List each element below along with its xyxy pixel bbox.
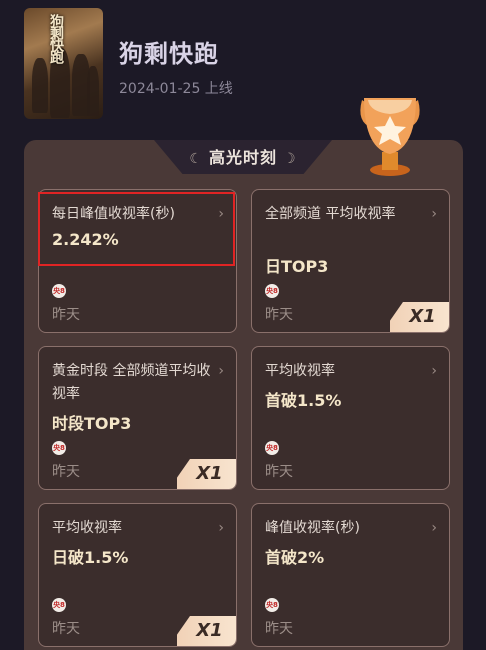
release-date: 2024-01-25 上线 bbox=[119, 81, 233, 97]
card-value: 首破2% bbox=[265, 548, 325, 567]
chevron-right-icon: › bbox=[218, 520, 224, 536]
multiplier-badge: X1 bbox=[177, 459, 236, 489]
card-value: 日破1.5% bbox=[52, 548, 129, 567]
card-value: 2.242% bbox=[52, 230, 119, 249]
channel-logo-icon: 央8 bbox=[52, 598, 66, 612]
card-time: 昨天 bbox=[52, 464, 80, 480]
card-value: 时段TOP3 bbox=[52, 414, 132, 433]
poster-figure bbox=[32, 58, 48, 113]
trophy-icon bbox=[360, 98, 420, 176]
channel-logo-icon: 央8 bbox=[52, 441, 66, 455]
card-title: 平均收视率 bbox=[52, 520, 122, 536]
show-title: 狗剩快跑 bbox=[119, 40, 219, 68]
channel-logo-icon: 央8 bbox=[265, 598, 279, 612]
chevron-right-icon: › bbox=[218, 363, 224, 379]
poster-title: 狗剩快跑 bbox=[48, 14, 64, 62]
highlight-page: 狗剩快跑 狗剩快跑 2024-01-25 上线 ☾ 高光时刻 ☽ 每日峰值收视率(秒… bbox=[0, 0, 486, 650]
section-title: ☾ 高光时刻 ☽ bbox=[154, 144, 332, 168]
card-time: 昨天 bbox=[265, 464, 293, 480]
show-poster[interactable]: 狗剩快跑 bbox=[24, 8, 103, 119]
highlight-card[interactable]: 峰值收视率(秒) › 首破2% 央8 昨天 bbox=[251, 503, 450, 647]
card-title: 平均收视率 bbox=[265, 363, 335, 379]
multiplier-badge: X1 bbox=[390, 302, 449, 332]
card-value: 首破1.5% bbox=[265, 391, 342, 410]
card-time: 昨天 bbox=[52, 307, 80, 323]
channel-logo-icon: 央8 bbox=[265, 284, 279, 298]
multiplier-badge: X1 bbox=[177, 616, 236, 646]
card-title: 峰值收视率(秒) bbox=[265, 520, 360, 536]
highlight-card[interactable]: 平均收视率 › 日破1.5% 央8 昨天 X1 bbox=[38, 503, 237, 647]
channel-logo-icon: 央8 bbox=[52, 284, 66, 298]
ornament-left-icon: ☾ bbox=[189, 151, 203, 167]
channel-logo-icon: 央8 bbox=[265, 441, 279, 455]
chevron-right-icon: › bbox=[431, 206, 437, 222]
card-time: 昨天 bbox=[52, 621, 80, 637]
card-title: 每日峰值收视率(秒) bbox=[52, 206, 175, 222]
card-time: 昨天 bbox=[265, 307, 293, 323]
chevron-right-icon: › bbox=[431, 520, 437, 536]
card-time: 昨天 bbox=[265, 621, 293, 637]
highlight-card[interactable]: 平均收视率 › 首破1.5% 央8 昨天 bbox=[251, 346, 450, 490]
chevron-right-icon: › bbox=[218, 206, 224, 222]
section-title-text: 高光时刻 bbox=[208, 148, 277, 167]
highlight-card[interactable]: 黄金时段 全部频道平均收视率 › 时段TOP3 央8 昨天 X1 bbox=[38, 346, 237, 490]
poster-figure bbox=[87, 66, 99, 116]
card-value: 日TOP3 bbox=[265, 257, 329, 276]
highlight-card[interactable]: 每日峰值收视率(秒) › 2.242% 央8 昨天 bbox=[38, 189, 237, 333]
card-title: 黄金时段 全部频道平均收视率 bbox=[52, 363, 211, 402]
highlight-card[interactable]: 全部频道 平均收视率 › 日TOP3 央8 昨天 X1 bbox=[251, 189, 450, 333]
chevron-right-icon: › bbox=[431, 363, 437, 379]
ornament-right-icon: ☽ bbox=[283, 151, 297, 167]
card-title: 全部频道 平均收视率 bbox=[265, 206, 396, 222]
